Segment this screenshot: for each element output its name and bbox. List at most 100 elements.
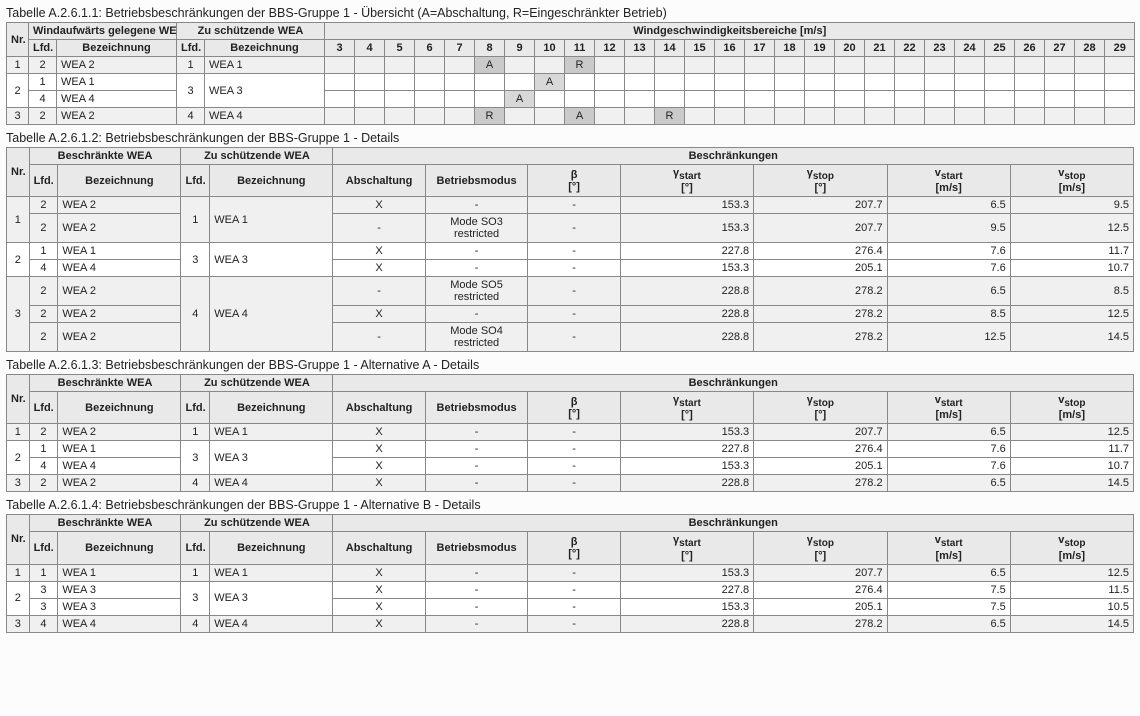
ws-cell: A <box>565 108 595 125</box>
ws-cell <box>385 57 415 74</box>
ws-cell <box>1105 57 1135 74</box>
ws-cell <box>895 91 925 108</box>
bez2: WEA 3 <box>210 441 333 475</box>
lfd2: 3 <box>181 243 210 277</box>
table1-caption: Tabelle A.2.6.1.1: Betriebsbeschränkunge… <box>6 6 1134 20</box>
abschaltung: X <box>333 581 425 598</box>
col-lfd: Lfd. Nr. <box>29 532 58 564</box>
beta: - <box>528 564 620 581</box>
val-ge: 278.2 <box>754 475 887 492</box>
col-beta: β[°] <box>528 532 620 564</box>
val-ve: 9.5 <box>1010 197 1133 214</box>
col-windauf: Windaufwärts gelegene WEA <box>29 23 177 40</box>
col-γstart: γstart[°] <box>620 165 753 197</box>
col-beschr: Beschränkte WEA <box>29 375 181 392</box>
val-ge: 207.7 <box>754 214 887 243</box>
ws-cell <box>535 91 565 108</box>
beta: - <box>528 475 620 492</box>
lfd1: 4 <box>29 458 58 475</box>
col-windgesch: Windgeschwindigkeitsbereiche [m/s] <box>325 23 1135 40</box>
ws-col-21: 21 <box>865 40 895 57</box>
betriebsmodus: - <box>425 615 528 632</box>
val-gs: 228.8 <box>620 306 753 323</box>
ws-col-26: 26 <box>1015 40 1045 57</box>
val-ve: 11.7 <box>1010 441 1133 458</box>
ws-cell <box>865 57 895 74</box>
ws-cell <box>475 74 505 91</box>
bez1: WEA 2 <box>58 197 181 214</box>
ws-cell <box>595 57 625 74</box>
ws-cell <box>685 57 715 74</box>
col-lfd: Lfd. Nr. <box>181 165 210 197</box>
ws-cell <box>835 91 865 108</box>
ws-cell <box>505 57 535 74</box>
ws-col-3: 3 <box>325 40 355 57</box>
betriebsmodus: - <box>425 306 528 323</box>
col-beta: β[°] <box>528 165 620 197</box>
col-beschr: Beschränkte WEA <box>29 515 181 532</box>
ws-col-25: 25 <box>985 40 1015 57</box>
ws-cell <box>625 74 655 91</box>
col-zuschuetz: Zu schützende WEA <box>181 515 333 532</box>
ws-cell <box>1105 91 1135 108</box>
bez1: WEA 2 <box>58 306 181 323</box>
ws-cell <box>925 74 955 91</box>
bez2: WEA 4 <box>210 475 333 492</box>
col-γstart: γstart[°] <box>620 532 753 564</box>
ws-cell <box>655 91 685 108</box>
lfd2: 1 <box>177 57 205 74</box>
ws-cell: A <box>475 57 505 74</box>
abschaltung: X <box>333 306 425 323</box>
col-bez: Bezeichnung <box>57 40 177 57</box>
row-nr: 3 <box>7 615 30 632</box>
ws-cell <box>415 57 445 74</box>
ws-cell <box>355 91 385 108</box>
bez2: WEA 1 <box>210 564 333 581</box>
ws-cell <box>655 74 685 91</box>
abschaltung: X <box>333 564 425 581</box>
lfd2: 1 <box>181 424 210 441</box>
ws-col-20: 20 <box>835 40 865 57</box>
ws-col-6: 6 <box>415 40 445 57</box>
abschaltung: - <box>333 277 425 306</box>
ws-cell <box>715 57 745 74</box>
nr: 1 <box>7 57 29 74</box>
bez2: WEA 1 <box>205 57 325 74</box>
col-zuschuetz: Zu schützende WEA <box>181 375 333 392</box>
ws-cell <box>325 57 355 74</box>
table3: Nr.Beschränkte WEAZu schützende WEABesch… <box>6 374 1134 492</box>
beta: - <box>528 277 620 306</box>
lfd1: 2 <box>29 323 58 352</box>
ws-cell <box>955 91 985 108</box>
ws-cell <box>805 57 835 74</box>
ws-cell <box>955 74 985 91</box>
lfd1: 2 <box>29 57 57 74</box>
col-lfd: Lfd. Nr. <box>29 392 58 424</box>
val-ge: 276.4 <box>754 243 887 260</box>
val-ge: 276.4 <box>754 441 887 458</box>
col-absch: Abschaltung <box>333 532 425 564</box>
betriebsmodus: - <box>425 260 528 277</box>
val-ge: 276.4 <box>754 581 887 598</box>
ws-col-14: 14 <box>655 40 685 57</box>
val-gs: 228.8 <box>620 323 753 352</box>
col-absch: Abschaltung <box>333 165 425 197</box>
ws-cell <box>325 108 355 125</box>
ws-col-4: 4 <box>355 40 385 57</box>
lfd1: 2 <box>29 214 58 243</box>
abschaltung: X <box>333 424 425 441</box>
col-lfd2: Lfd. Nr. <box>177 40 205 57</box>
val-ve: 10.7 <box>1010 458 1133 475</box>
betriebsmodus: - <box>425 564 528 581</box>
row-nr: 2 <box>7 441 30 475</box>
ws-col-17: 17 <box>745 40 775 57</box>
ws-col-27: 27 <box>1045 40 1075 57</box>
ws-cell <box>1045 74 1075 91</box>
bez2: WEA 1 <box>210 424 333 441</box>
col-beta: β[°] <box>528 392 620 424</box>
lfd1: 2 <box>29 306 58 323</box>
row-nr: 1 <box>7 197 30 243</box>
abschaltung: X <box>333 615 425 632</box>
ws-col-8: 8 <box>475 40 505 57</box>
ws-cell <box>595 91 625 108</box>
